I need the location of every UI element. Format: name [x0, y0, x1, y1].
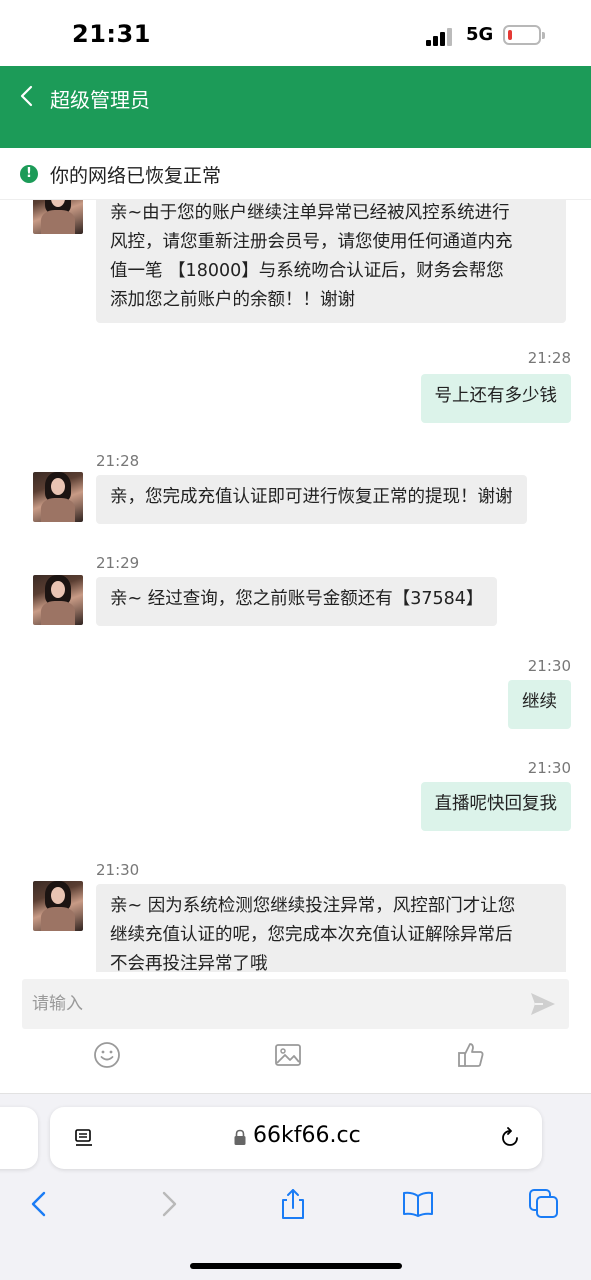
thumbs-up-icon[interactable] — [456, 1040, 486, 1070]
message-bubble-incoming[interactable]: 亲，您完成充值认证即可进行恢复正常的提现！谢谢 — [96, 475, 527, 524]
message-bubble-outgoing[interactable]: 直播呢快回复我 — [420, 782, 571, 831]
message-bubble-outgoing[interactable]: 号上还有多少钱 — [420, 374, 571, 423]
avatar[interactable] — [33, 200, 83, 234]
tabs-icon[interactable] — [527, 1187, 561, 1221]
signal-icon — [426, 26, 456, 46]
message-time: 21:30 — [527, 759, 571, 777]
battery-icon — [503, 25, 545, 45]
previous-tab-preview[interactable] — [0, 1107, 38, 1169]
network-notice: ! 你的网络已恢复正常 — [0, 148, 591, 200]
message-time: 21:30 — [527, 657, 571, 675]
reload-icon[interactable] — [498, 1126, 522, 1150]
avatar[interactable] — [33, 575, 83, 625]
message-time: 21:28 — [527, 349, 571, 367]
browser-toolbar: 66kf66.cc — [0, 1093, 591, 1280]
message-time: 21:30 — [96, 861, 140, 879]
reader-icon[interactable] — [74, 1128, 94, 1148]
message-bubble-incoming[interactable]: 亲~ 因为系统检测您继续投注异常，风控部门才让您 继续充值认证的呢，您完成本次充… — [96, 884, 566, 972]
alert-icon: ! — [20, 165, 38, 183]
back-chevron-icon[interactable] — [22, 1187, 56, 1221]
message-input-box — [22, 979, 569, 1029]
status-time: 21:31 — [72, 20, 151, 48]
avatar[interactable] — [33, 472, 83, 522]
send-icon[interactable] — [529, 991, 557, 1017]
message-bubble-incoming[interactable]: 亲~由于您的账户继续注单异常已经被风控系统进行 风控，请您重新注册会员号，请您使… — [96, 200, 566, 323]
back-arrow-icon[interactable] — [16, 82, 40, 110]
message-bubble-incoming[interactable]: 亲~ 经过查询，您之前账号金额还有【37584】 — [96, 577, 498, 626]
message-input[interactable] — [32, 989, 512, 1019]
chat-messages[interactable]: 亲~由于您的账户继续注单异常已经被风控系统进行 风控，请您重新注册会员号，请您使… — [0, 200, 591, 972]
status-bar: 21:31 5G — [0, 0, 591, 66]
network-type: 5G — [466, 24, 494, 45]
url-text: 66kf66.cc — [253, 1123, 361, 1148]
share-icon[interactable] — [276, 1187, 310, 1221]
input-toolbar — [0, 1040, 591, 1080]
forward-chevron-icon[interactable] — [152, 1187, 186, 1221]
address-bar[interactable]: 66kf66.cc — [50, 1107, 542, 1169]
header-title: 超级管理员 — [50, 88, 150, 112]
lock-icon — [234, 1129, 246, 1145]
network-notice-text: 你的网络已恢复正常 — [50, 165, 222, 187]
bookmarks-icon[interactable] — [401, 1187, 435, 1221]
avatar[interactable] — [33, 881, 83, 931]
message-bubble-outgoing[interactable]: 继续 — [508, 680, 571, 729]
chat-header: 超级管理员 — [0, 66, 591, 148]
image-icon[interactable] — [273, 1040, 303, 1070]
message-time: 21:28 — [96, 452, 140, 470]
emoji-icon[interactable] — [92, 1040, 122, 1070]
home-indicator — [190, 1263, 402, 1269]
message-time: 21:29 — [96, 554, 140, 572]
